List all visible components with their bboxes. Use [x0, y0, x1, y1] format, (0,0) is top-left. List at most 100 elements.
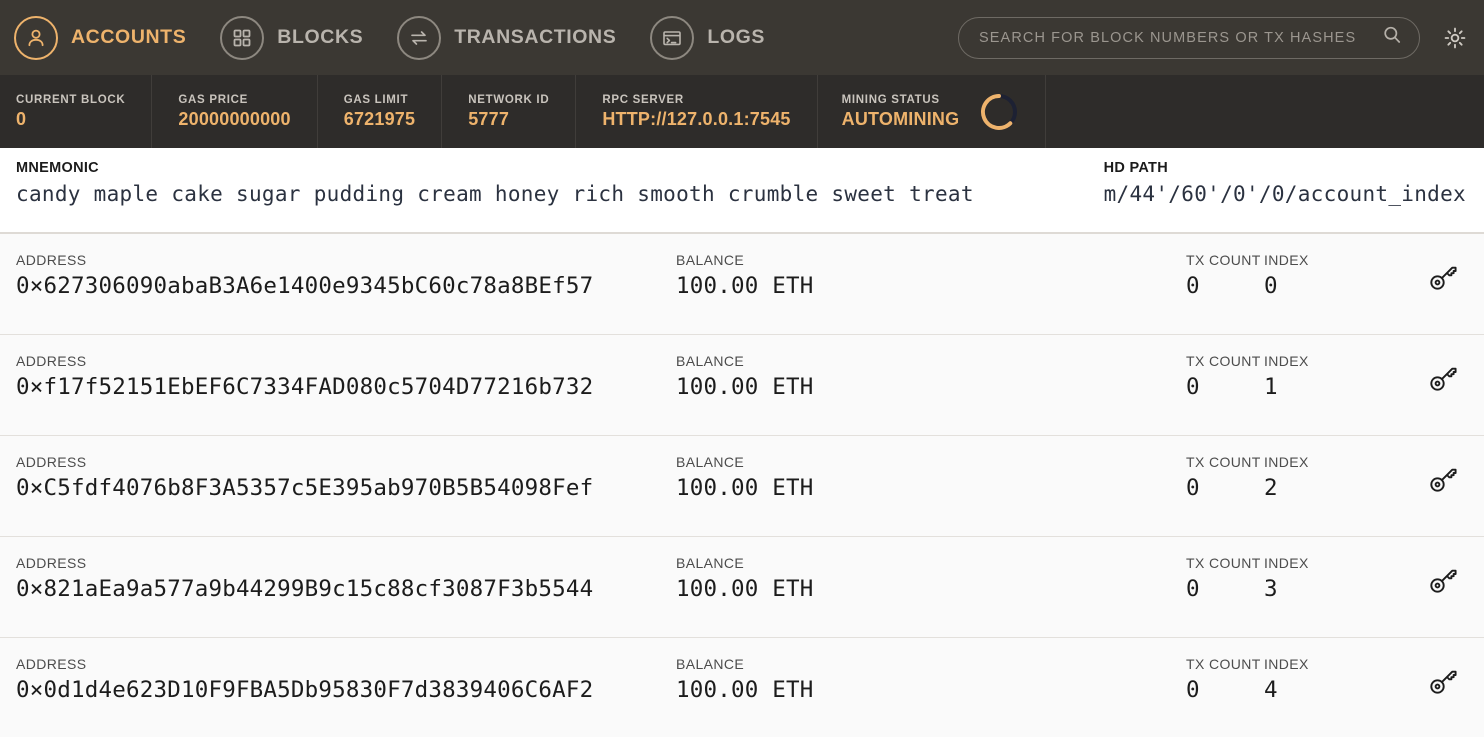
- show-private-key-button[interactable]: [1420, 353, 1466, 400]
- account-address-field: ADDRESS 0×f17f52151EbEF6C7334FAD080c5704…: [16, 353, 676, 400]
- key-icon[interactable]: [1426, 664, 1460, 703]
- account-balance-value: 100.00 ETH: [676, 273, 814, 299]
- account-txcount-value: 0: [1186, 475, 1200, 501]
- account-address-label: ADDRESS: [16, 656, 87, 672]
- account-index-label: INDEX: [1264, 252, 1309, 268]
- account-balance-label: BALANCE: [676, 454, 745, 470]
- account-index-value: 4: [1264, 677, 1278, 703]
- account-balance-field: BALANCE 100.00 ETH: [676, 252, 1186, 299]
- account-balance-label: BALANCE: [676, 353, 745, 369]
- grid-blocks-icon: [220, 15, 265, 60]
- status-current-block: CURRENT BLOCK 0: [0, 75, 153, 148]
- account-index-field: INDEX 0: [1264, 252, 1334, 299]
- status-mining-value: AUTOMINING: [841, 108, 960, 129]
- account-balance-value: 100.00 ETH: [676, 374, 814, 400]
- status-mining: MINING STATUS AUTOMINING: [818, 75, 1047, 148]
- search-input[interactable]: [979, 29, 1381, 46]
- status-gas-limit: GAS LIMIT 6721975: [318, 75, 443, 148]
- account-txcount-label: TX COUNT: [1186, 353, 1261, 369]
- account-address-field: ADDRESS 0×627306090abaB3A6e1400e9345bC60…: [16, 252, 676, 299]
- account-txcount-field: TX COUNT 0: [1186, 555, 1264, 602]
- account-address-value: 0×821aEa9a577a9b44299B9c15c88cf3087F3b55…: [16, 576, 594, 602]
- gear-icon[interactable]: [1442, 25, 1468, 51]
- account-index-value: 0: [1264, 273, 1278, 299]
- account-index-field: INDEX 4: [1264, 656, 1334, 703]
- account-txcount-label: TX COUNT: [1186, 656, 1261, 672]
- account-address-label: ADDRESS: [16, 353, 87, 369]
- account-address-value: 0×C5fdf4076b8F3A5357c5E395ab970B5B54098F…: [16, 475, 594, 501]
- status-bar-filler: [1046, 75, 1484, 148]
- nav-item-logs[interactable]: LOGS: [650, 0, 765, 75]
- account-row: ADDRESS 0×627306090abaB3A6e1400e9345bC60…: [0, 234, 1484, 335]
- account-index-label: INDEX: [1264, 454, 1309, 470]
- account-txcount-field: TX COUNT 0: [1186, 252, 1264, 299]
- search-box[interactable]: [958, 16, 1420, 59]
- account-balance-field: BALANCE 100.00 ETH: [676, 353, 1186, 400]
- account-txcount-field: TX COUNT 0: [1186, 353, 1264, 400]
- key-icon[interactable]: [1426, 563, 1460, 602]
- account-txcount-label: TX COUNT: [1186, 555, 1261, 571]
- key-icon[interactable]: [1426, 361, 1460, 400]
- account-txcount-field: TX COUNT 0: [1186, 656, 1264, 703]
- status-gas-price-value: 20000000000: [178, 108, 291, 129]
- account-txcount-label: TX COUNT: [1186, 252, 1261, 268]
- mnemonic-block: MNEMONIC candy maple cake sugar pudding …: [16, 160, 974, 206]
- account-balance-field: BALANCE 100.00 ETH: [676, 555, 1186, 602]
- account-address-field: ADDRESS 0×C5fdf4076b8F3A5357c5E395ab970B…: [16, 454, 676, 501]
- account-index-value: 2: [1264, 475, 1278, 501]
- account-txcount-label: TX COUNT: [1186, 454, 1261, 470]
- hd-path-value: m/44'/60'/0'/0/account_index: [1103, 182, 1466, 206]
- account-index-value: 1: [1264, 374, 1278, 400]
- status-gas-price: GAS PRICE 20000000000: [152, 75, 318, 148]
- hd-path-block: HD PATH m/44'/60'/0'/0/account_index: [1104, 160, 1466, 206]
- account-row: ADDRESS 0×0d1d4e623D10F9FBA5Db95830F7d38…: [0, 638, 1484, 737]
- nav-item-accounts[interactable]: ACCOUNTS: [14, 0, 186, 75]
- account-address-value: 0×0d1d4e623D10F9FBA5Db95830F7d3839406C6A…: [16, 677, 594, 703]
- key-icon[interactable]: [1426, 462, 1460, 501]
- account-address-label: ADDRESS: [16, 252, 87, 268]
- show-private-key-button[interactable]: [1420, 656, 1466, 703]
- key-icon[interactable]: [1426, 260, 1460, 299]
- status-current-block-value: 0: [16, 108, 27, 129]
- status-rpc-server-label: RPC SERVER: [602, 93, 684, 106]
- account-balance-label: BALANCE: [676, 656, 745, 672]
- top-navigation-bar: ACCOUNTS BLOCKS TRANSACTIONS LOGS SEARCH…: [0, 0, 1484, 75]
- status-rpc-server-value: HTTP://127.0.0.1:7545: [602, 108, 791, 129]
- account-txcount-value: 0: [1186, 374, 1200, 400]
- hd-path-label: HD PATH: [1103, 160, 1168, 176]
- status-rpc-server: RPC SERVER HTTP://127.0.0.1:7545: [576, 75, 818, 148]
- account-txcount-value: 0: [1186, 677, 1200, 703]
- account-index-field: INDEX 3: [1264, 555, 1334, 602]
- account-row: ADDRESS 0×f17f52151EbEF6C7334FAD080c5704…: [0, 335, 1484, 436]
- show-private-key-button[interactable]: [1420, 454, 1466, 501]
- search-icon[interactable]: [1381, 24, 1403, 51]
- account-txcount-value: 0: [1186, 273, 1200, 299]
- account-balance-value: 100.00 ETH: [676, 475, 814, 501]
- account-address-value: 0×627306090abaB3A6e1400e9345bC60c78a8BEf…: [16, 273, 594, 299]
- mnemonic-value: candy maple cake sugar pudding cream hon…: [16, 182, 974, 206]
- show-private-key-button[interactable]: [1420, 555, 1466, 602]
- account-row: ADDRESS 0×821aEa9a577a9b44299B9c15c88cf3…: [0, 537, 1484, 638]
- account-index-field: INDEX 1: [1264, 353, 1334, 400]
- account-address-value: 0×f17f52151EbEF6C7334FAD080c5704D77216b7…: [16, 374, 594, 400]
- mnemonic-panel: MNEMONIC candy maple cake sugar pudding …: [0, 148, 1484, 234]
- status-network-id: NETWORK ID 5777: [442, 75, 577, 148]
- accounts-list: ADDRESS 0×627306090abaB3A6e1400e9345bC60…: [0, 234, 1484, 737]
- account-index-value: 3: [1264, 576, 1278, 602]
- account-address-label: ADDRESS: [16, 454, 87, 470]
- status-gas-limit-label: GAS LIMIT: [343, 93, 409, 106]
- nav-item-blocks[interactable]: BLOCKS: [220, 0, 363, 75]
- account-index-label: INDEX: [1264, 353, 1309, 369]
- show-private-key-button[interactable]: [1420, 252, 1466, 299]
- transfer-arrows-icon: [397, 15, 442, 60]
- account-address-field: ADDRESS 0×0d1d4e623D10F9FBA5Db95830F7d38…: [16, 656, 676, 703]
- status-gas-price-label: GAS PRICE: [178, 93, 248, 106]
- account-balance-value: 100.00 ETH: [676, 677, 814, 703]
- account-index-label: INDEX: [1264, 555, 1309, 571]
- nav-label-accounts: ACCOUNTS: [71, 26, 187, 48]
- user-icon: [14, 15, 58, 60]
- status-gas-limit-value: 6721975: [343, 108, 416, 129]
- account-address-label: ADDRESS: [16, 555, 87, 571]
- account-txcount-value: 0: [1186, 576, 1200, 602]
- nav-item-transactions[interactable]: TRANSACTIONS: [397, 0, 616, 75]
